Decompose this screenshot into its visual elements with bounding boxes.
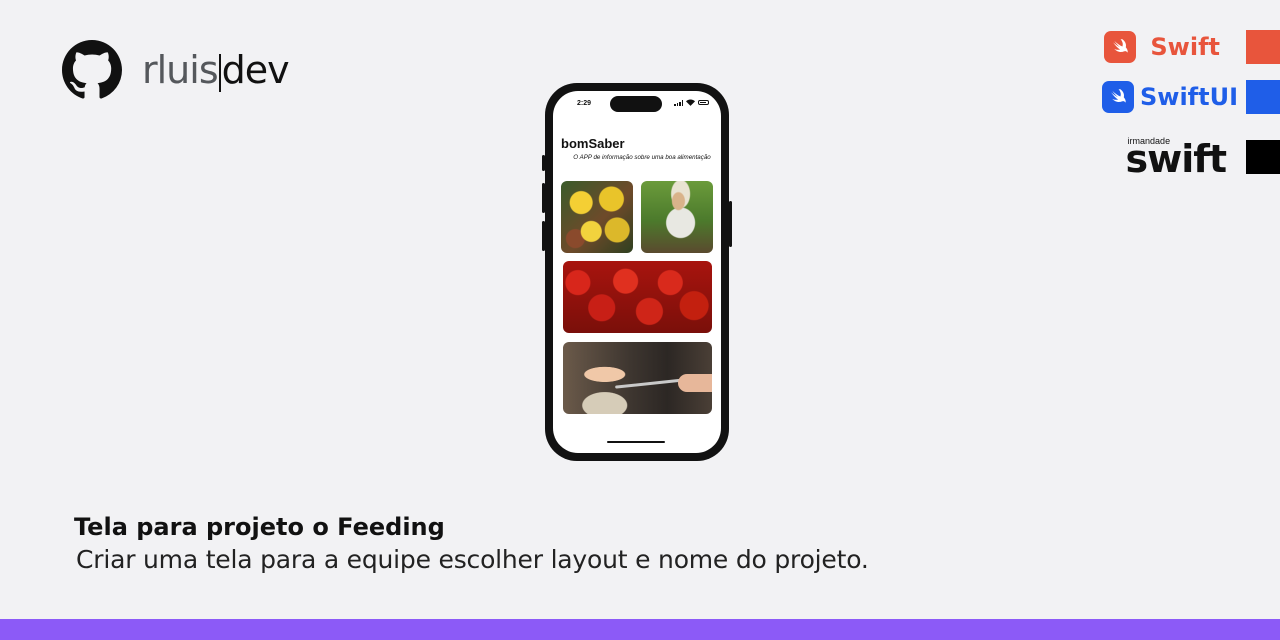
spoon-shape [615,378,685,389]
status-time: 2:29 [577,100,592,107]
home-indicator [607,441,665,443]
irmandade-swift-logo: irmandade swift [1125,136,1227,181]
wifi-icon [686,99,695,106]
bottom-accent-bar [0,619,1280,640]
tomatoes-photo[interactable] [563,261,712,333]
swift-icon [1104,31,1137,63]
lemons-photo[interactable] [561,181,633,253]
hand-shape [678,374,712,392]
app-title: bomSaber [561,136,625,151]
phone-mockup: 2:29 bomSaber O APP de informação sobre … [542,83,732,461]
project-headline: Tela para projeto o Feeding [74,513,445,541]
color-tab-swiftui [1246,80,1280,114]
author-name: rluis dev [142,48,290,92]
swift-icon [1101,81,1134,113]
author-name-bold: dev [221,48,290,92]
author-name-light: rluis [142,48,219,92]
phone-power-button [729,201,732,247]
author-brand: rluis dev [62,40,290,100]
github-icon [62,40,122,99]
irmandade-swift-label: swift [1125,137,1227,181]
project-description: Criar uma tela para a equipe escolher la… [76,545,869,574]
dynamic-island [610,96,662,112]
battery-icon [698,100,709,105]
tech-badge-swiftui: SwiftUI [1101,80,1280,114]
app-subtitle: O APP de informação sobre uma boa alimen… [573,154,711,161]
color-tab-irmandade [1246,140,1280,174]
phone-side-button [542,155,545,171]
farmer-photo[interactable] [641,181,713,253]
tech-badge-irmandade-swift: irmandade swift [1126,136,1280,178]
tech-label-swiftui: SwiftUI [1139,83,1238,111]
phone-volume-down [542,221,545,251]
phone-volume-up [542,183,545,213]
color-tab-swift [1246,30,1280,64]
tech-badge-swift: Swift [1104,30,1280,64]
phone-screen: 2:29 bomSaber O APP de informação sobre … [553,91,721,453]
text-cursor [218,54,221,92]
status-icons [674,99,709,106]
baby-eating-photo[interactable] [563,342,712,414]
signal-icon [674,99,683,106]
tech-label-swift: Swift [1150,33,1220,61]
